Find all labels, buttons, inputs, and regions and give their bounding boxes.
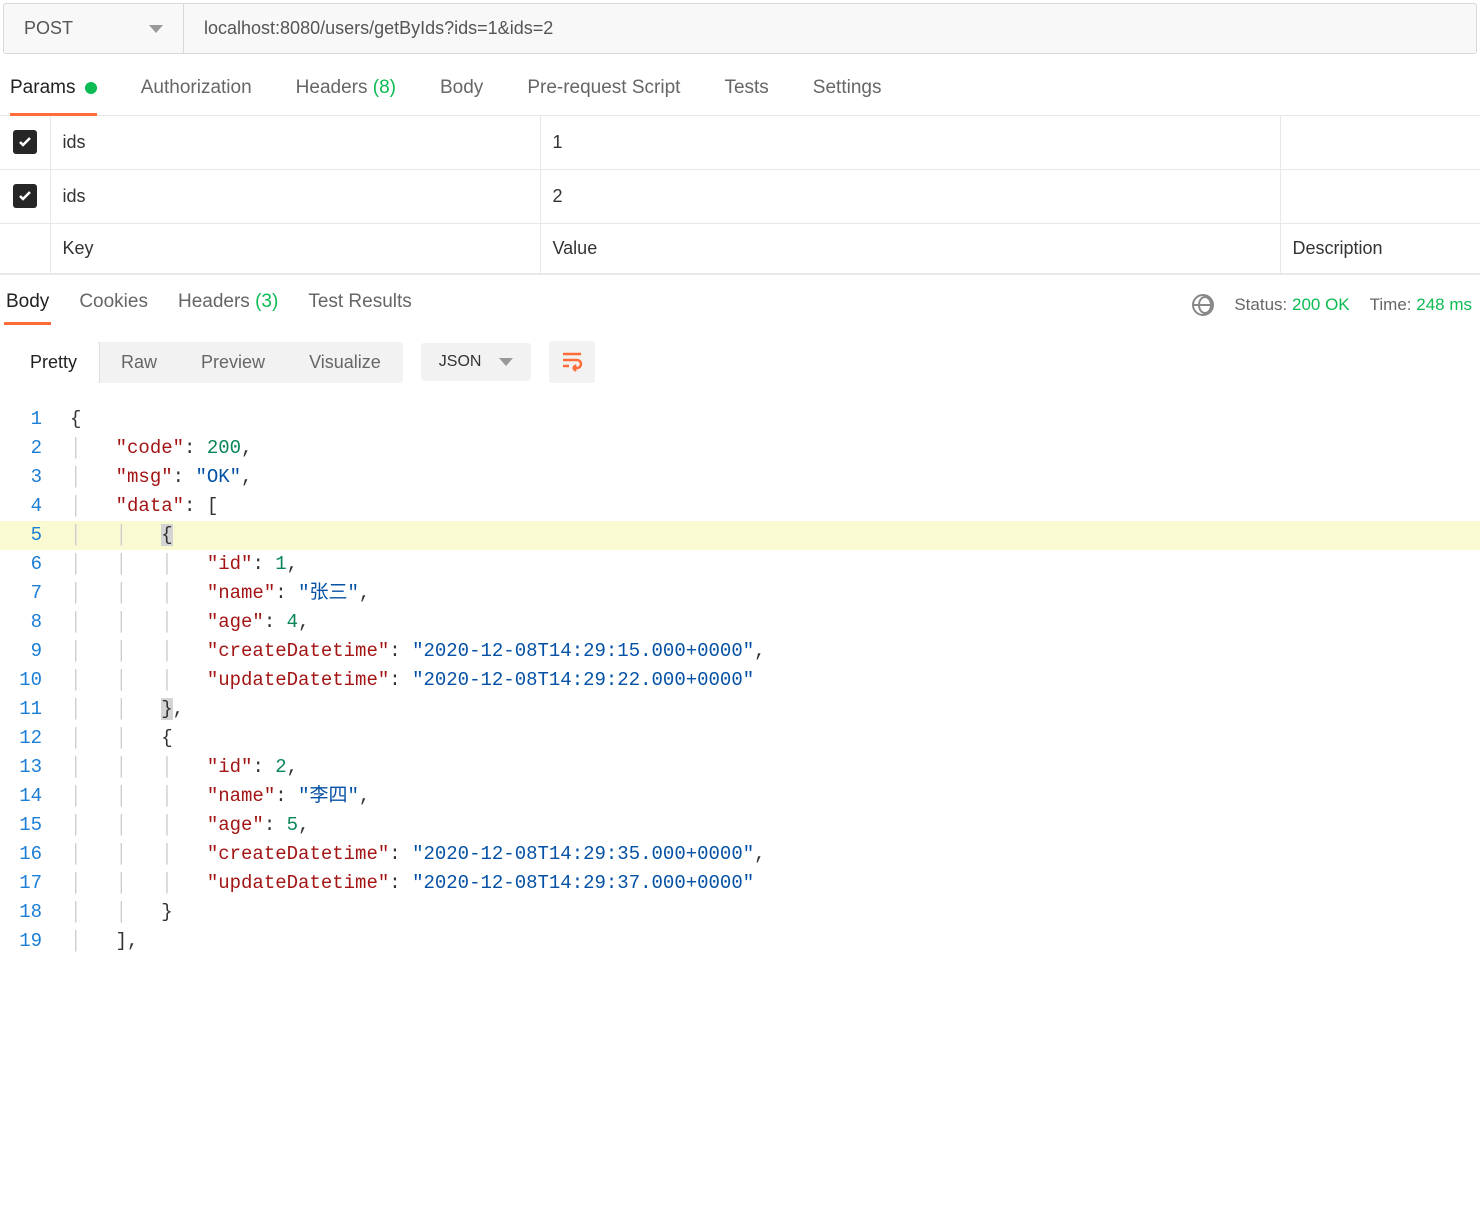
param-description[interactable]	[1280, 170, 1480, 224]
chevron-down-icon	[499, 358, 513, 366]
json-key: "createDatetime"	[207, 843, 389, 865]
param-row: ids 1	[0, 116, 1480, 170]
json-key: "data"	[116, 495, 184, 517]
json-key: "age"	[207, 611, 264, 633]
tab-body[interactable]: Body	[440, 77, 483, 115]
json-value: 4	[287, 611, 298, 633]
resp-tab-headers[interactable]: Headers (3)	[176, 285, 280, 325]
param-value[interactable]: 2	[540, 170, 1280, 224]
param-row: ids 2	[0, 170, 1480, 224]
format-label: JSON	[439, 353, 482, 371]
globe-icon[interactable]	[1192, 294, 1214, 316]
param-key[interactable]: ids	[50, 116, 540, 170]
tab-tests[interactable]: Tests	[724, 77, 768, 115]
request-bar: POST localhost:8080/users/getByIds?ids=1…	[3, 3, 1477, 54]
tab-settings[interactable]: Settings	[813, 77, 882, 115]
param-row-empty: Key Value Description	[0, 224, 1480, 274]
param-key[interactable]: ids	[50, 170, 540, 224]
headers-count: (8)	[373, 77, 396, 98]
json-value: "2020-12-08T14:29:15.000+0000"	[412, 640, 754, 662]
check-icon	[17, 188, 33, 204]
tab-authorization[interactable]: Authorization	[141, 77, 252, 115]
json-key: "name"	[207, 785, 275, 807]
resp-tab-testresults[interactable]: Test Results	[306, 285, 413, 325]
param-value-placeholder[interactable]: Value	[540, 224, 1280, 274]
resp-tab-headers-label: Headers	[178, 291, 250, 312]
json-key: "name"	[207, 582, 275, 604]
param-description-placeholder[interactable]: Description	[1280, 224, 1480, 274]
json-key: "updateDatetime"	[207, 669, 389, 691]
tab-prerequest[interactable]: Pre-request Script	[527, 77, 680, 115]
chevron-down-icon	[149, 25, 163, 33]
json-key: "msg"	[116, 466, 173, 488]
param-key-placeholder[interactable]: Key	[50, 224, 540, 274]
param-value[interactable]: 1	[540, 116, 1280, 170]
view-mode-group: Pretty Raw Preview Visualize	[8, 342, 403, 383]
json-key: "createDatetime"	[207, 640, 389, 662]
view-preview-button[interactable]: Preview	[179, 342, 287, 383]
status-label: Status:	[1234, 295, 1287, 314]
view-raw-button[interactable]: Raw	[99, 342, 179, 383]
response-tabs: Body Cookies Headers (3) Test Results	[4, 285, 414, 325]
json-value: 2	[275, 756, 286, 778]
time-label: Time:	[1370, 295, 1412, 314]
tab-headers-label: Headers	[296, 77, 368, 98]
response-view-bar: Pretty Raw Preview Visualize JSON	[0, 325, 1480, 399]
wrap-lines-button[interactable]	[549, 341, 595, 383]
response-body-editor[interactable]: 1{ 2│ "code": 200, 3│ "msg": "OK", 4│ "d…	[0, 399, 1480, 962]
json-value: "张三"	[298, 582, 359, 604]
params-active-dot-icon	[85, 82, 97, 94]
status-value: 200 OK	[1292, 295, 1350, 314]
method-label: POST	[24, 18, 149, 39]
request-tabs: Params Authorization Headers (8) Body Pr…	[0, 57, 1480, 116]
json-value: "李四"	[298, 785, 359, 807]
response-tabs-row: Body Cookies Headers (3) Test Results St…	[0, 274, 1480, 325]
param-checkbox[interactable]	[13, 130, 37, 154]
json-key: "code"	[116, 437, 184, 459]
view-visualize-button[interactable]: Visualize	[287, 342, 403, 383]
brace-open: {	[161, 524, 172, 546]
response-status: Status: 200 OK Time: 248 ms	[1192, 294, 1472, 316]
url-input[interactable]: localhost:8080/users/getByIds?ids=1&ids=…	[184, 4, 1476, 53]
tab-params-label: Params	[10, 77, 75, 98]
tab-headers[interactable]: Headers (8)	[296, 77, 396, 115]
json-value: "2020-12-08T14:29:37.000+0000"	[412, 872, 754, 894]
json-value: "2020-12-08T14:29:22.000+0000"	[412, 669, 754, 691]
resp-tab-body[interactable]: Body	[4, 285, 51, 325]
view-pretty-button[interactable]: Pretty	[8, 342, 100, 383]
json-key: "id"	[207, 553, 253, 575]
method-dropdown[interactable]: POST	[4, 4, 184, 53]
json-key: "updateDatetime"	[207, 872, 389, 894]
json-value: 5	[287, 814, 298, 836]
time-value: 248 ms	[1416, 295, 1472, 314]
brace: {	[70, 408, 81, 430]
json-value: "OK"	[195, 466, 241, 488]
json-key: "age"	[207, 814, 264, 836]
wrap-icon	[560, 348, 584, 377]
json-value: 1	[275, 553, 286, 575]
status-group: Status: 200 OK	[1234, 295, 1349, 315]
json-key: "id"	[207, 756, 253, 778]
resp-tab-cookies[interactable]: Cookies	[77, 285, 150, 325]
check-icon	[17, 134, 33, 150]
param-description[interactable]	[1280, 116, 1480, 170]
json-value: "2020-12-08T14:29:35.000+0000"	[412, 843, 754, 865]
json-value: 200	[207, 437, 241, 459]
format-dropdown[interactable]: JSON	[421, 343, 532, 381]
time-group: Time: 248 ms	[1370, 295, 1472, 315]
resp-headers-count: (3)	[255, 291, 278, 312]
param-checkbox[interactable]	[13, 184, 37, 208]
params-table: ids 1 ids 2 Key Value Description	[0, 116, 1480, 274]
tab-params[interactable]: Params	[10, 77, 97, 115]
brace-close: }	[161, 698, 172, 720]
